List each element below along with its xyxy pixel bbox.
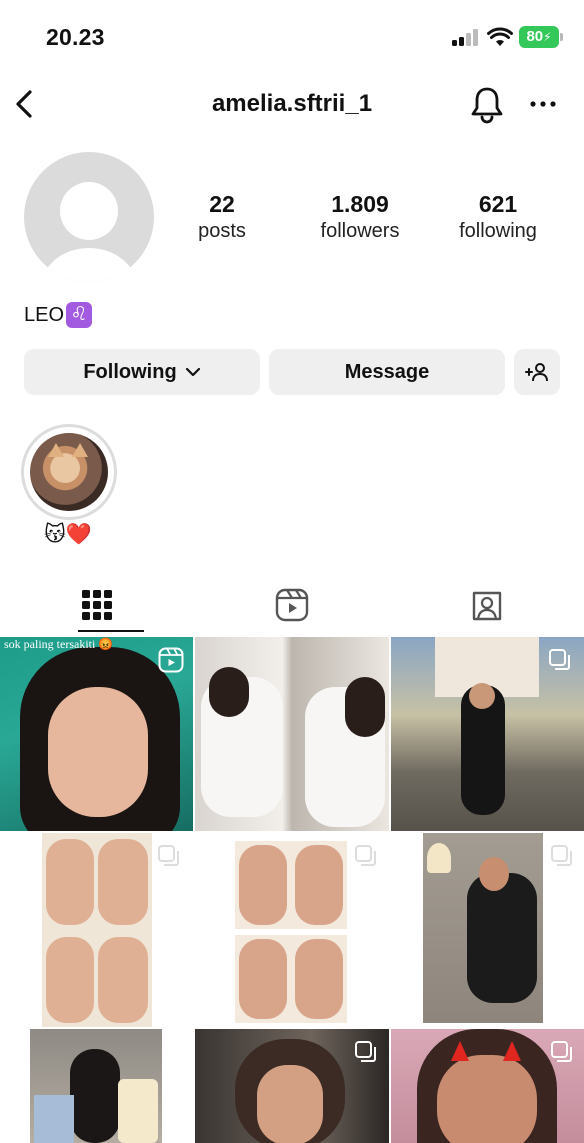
status-bar: 20.23 80⚡	[0, 0, 584, 70]
tab-tagged[interactable]	[390, 577, 584, 633]
stat-followers[interactable]: 1.809 followers	[295, 190, 425, 244]
post-tile-8[interactable]	[195, 1029, 389, 1143]
reels-icon	[275, 588, 309, 622]
profile-avatar[interactable]	[24, 152, 154, 282]
battery-tip	[560, 33, 563, 41]
post-tile-1[interactable]: sok paling tersakiti 😡	[0, 637, 193, 831]
posts-grid: sok paling tersakiti 😡	[0, 637, 584, 1143]
cellular-signal-icon	[452, 29, 480, 46]
post-tile-4[interactable]	[0, 833, 193, 1027]
tagged-icon	[472, 591, 502, 621]
avatar-placeholder-body	[41, 248, 137, 282]
reel-badge-icon	[158, 647, 184, 673]
stat-posts-value: 22	[209, 191, 235, 217]
more-horizontal-icon[interactable]	[529, 96, 557, 112]
battery-indicator: 80⚡	[519, 26, 559, 48]
multi-post-icon	[551, 845, 572, 866]
multi-post-icon	[549, 649, 570, 670]
multi-post-icon	[551, 1041, 572, 1062]
chevron-down-icon	[185, 367, 200, 377]
highlight-cover-image	[30, 433, 108, 511]
avatar-placeholder-head	[60, 182, 118, 240]
post-tile-5[interactable]	[195, 833, 389, 1027]
active-tab-indicator	[78, 630, 144, 632]
multi-post-icon	[158, 845, 179, 866]
status-time: 20.23	[46, 24, 105, 50]
grid-icon	[82, 590, 112, 620]
post-tile-7[interactable]	[0, 1029, 193, 1143]
wifi-icon	[487, 27, 513, 46]
leo-zodiac-icon: ♌	[66, 302, 93, 328]
post-tile-6[interactable]	[391, 833, 584, 1027]
highlight-label: 😽❤️	[44, 523, 93, 546]
post-tile-9[interactable]	[391, 1029, 584, 1143]
tab-reels[interactable]	[195, 577, 389, 633]
post-caption: sok paling tersakiti 😡	[4, 637, 114, 651]
multi-post-icon	[355, 845, 376, 866]
message-button-label: Message	[344, 360, 430, 383]
post-tile-2[interactable]	[195, 637, 389, 831]
stat-posts[interactable]: 22 posts	[157, 190, 287, 244]
tab-grid[interactable]	[0, 577, 194, 633]
suggest-users-button[interactable]	[514, 349, 560, 395]
profile-username: amelia.sftrii_1	[211, 90, 373, 117]
story-highlight[interactable]	[21, 424, 117, 520]
following-button-label: Following	[83, 360, 177, 383]
stat-following-label: following	[459, 220, 537, 242]
stat-following[interactable]: 621 following	[433, 190, 563, 244]
stat-posts-label: posts	[198, 220, 246, 242]
bio-text: LEO	[24, 303, 65, 326]
multi-post-icon	[355, 1041, 376, 1062]
stat-following-value: 621	[478, 191, 518, 217]
profile-header: amelia.sftrii_1	[0, 78, 584, 130]
add-person-icon	[525, 363, 548, 382]
post-tile-3[interactable]	[391, 637, 584, 831]
stat-followers-value: 1.809	[331, 191, 389, 217]
chevron-left-icon[interactable]	[10, 86, 38, 122]
profile-tabs	[0, 577, 584, 633]
stat-followers-label: followers	[320, 220, 400, 242]
bell-icon[interactable]	[469, 84, 505, 124]
following-button[interactable]: Following	[24, 349, 260, 395]
message-button[interactable]: Message	[269, 349, 505, 395]
profile-bio: LEO ♌	[24, 302, 93, 328]
